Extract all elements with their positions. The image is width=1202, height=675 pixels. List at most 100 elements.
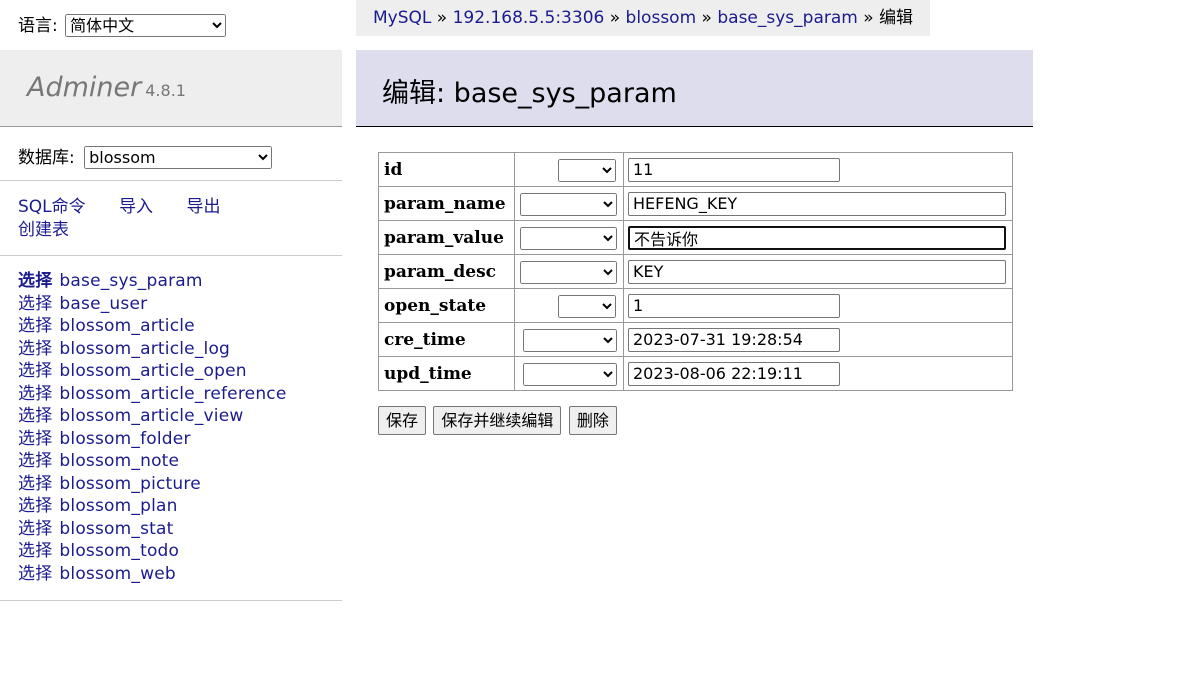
- table-link[interactable]: base_sys_param: [59, 271, 202, 291]
- table-link[interactable]: blossom_article_view: [59, 406, 243, 426]
- language-select[interactable]: 简体中文: [65, 14, 227, 37]
- import-link[interactable]: 导入: [119, 197, 153, 217]
- select-link[interactable]: 选择: [18, 339, 52, 359]
- save-button[interactable]: 保存: [378, 406, 427, 435]
- database-select[interactable]: blossom: [84, 146, 273, 169]
- table-link[interactable]: blossom_article_log: [59, 339, 230, 359]
- field-row: param_value: [378, 220, 1013, 255]
- table-link[interactable]: blossom_plan: [59, 496, 177, 516]
- select-link[interactable]: 选择: [18, 429, 52, 449]
- table-list-item: 选择 blossom_article_reference: [18, 383, 287, 406]
- function-cell: [514, 254, 624, 289]
- table-list-item: 选择 blossom_note: [18, 450, 287, 473]
- page-title: 编辑: base_sys_param: [382, 78, 677, 109]
- value-input[interactable]: [628, 191, 1006, 216]
- function-cell: [514, 322, 624, 357]
- table-link[interactable]: blossom_note: [59, 451, 179, 471]
- edit-form-table: idparam_nameparam_valueparam_descopen_st…: [378, 152, 1013, 391]
- breadcrumb-separator: »: [609, 8, 621, 28]
- sql-command-link[interactable]: SQL命令: [18, 197, 86, 217]
- value-input[interactable]: [628, 225, 1006, 250]
- table-list-item: 选择 blossom_web: [18, 563, 287, 586]
- menu-links: SQL命令 导入 导出 创建表: [18, 196, 248, 242]
- select-link[interactable]: 选择: [18, 519, 52, 539]
- value-cell: [623, 186, 1013, 221]
- table-link[interactable]: blossom_article: [59, 316, 194, 336]
- table-list-item: 选择 blossom_article_view: [18, 405, 287, 428]
- logo-name: Adminer: [27, 72, 142, 103]
- database-selector: 数据库: blossom: [18, 143, 273, 169]
- field-name: id: [378, 152, 515, 187]
- table-list-item: 选择 blossom_article_log: [18, 338, 287, 361]
- select-link[interactable]: 选择: [18, 496, 52, 516]
- field-row: id: [378, 152, 1013, 187]
- function-select[interactable]: [523, 329, 617, 352]
- value-cell: [623, 152, 1013, 187]
- function-select[interactable]: [558, 159, 616, 182]
- create-table-link[interactable]: 创建表: [18, 220, 69, 240]
- select-link[interactable]: 选择: [18, 406, 52, 426]
- breadcrumb-table[interactable]: base_sys_param: [717, 8, 857, 28]
- select-link[interactable]: 选择: [18, 474, 52, 494]
- function-cell: [514, 186, 624, 221]
- table-link[interactable]: blossom_todo: [59, 541, 179, 561]
- function-select[interactable]: [520, 261, 617, 284]
- table-list-item: 选择 blossom_picture: [18, 473, 287, 496]
- select-link[interactable]: 选择: [18, 271, 52, 291]
- function-select[interactable]: [558, 295, 616, 318]
- divider: [0, 255, 342, 256]
- value-input[interactable]: [628, 361, 840, 386]
- function-cell: [514, 152, 624, 187]
- breadcrumb-separator: »: [436, 8, 448, 28]
- save-continue-button[interactable]: 保存并继续编辑: [433, 406, 562, 435]
- function-select[interactable]: [523, 363, 617, 386]
- field-row: upd_time: [378, 356, 1013, 391]
- table-list-item: 选择 blossom_todo: [18, 540, 287, 563]
- select-link[interactable]: 选择: [18, 541, 52, 561]
- table-link[interactable]: blossom_article_reference: [59, 384, 286, 404]
- value-input[interactable]: [628, 327, 840, 352]
- function-select[interactable]: [520, 227, 617, 250]
- logo[interactable]: Adminer 4.8.1: [27, 72, 186, 103]
- table-list-item: 选择 base_sys_param: [18, 270, 287, 293]
- select-link[interactable]: 选择: [18, 294, 52, 314]
- logo-panel: Adminer 4.8.1: [0, 50, 342, 127]
- value-input[interactable]: [628, 259, 1006, 284]
- field-row: open_state: [378, 288, 1013, 323]
- field-name: upd_time: [378, 356, 515, 391]
- table-link[interactable]: blossom_folder: [59, 429, 190, 449]
- function-cell: [514, 356, 624, 391]
- table-list-item: 选择 blossom_article_open: [18, 360, 287, 383]
- table-list-item: 选择 blossom_folder: [18, 428, 287, 451]
- breadcrumb-database[interactable]: blossom: [626, 8, 697, 28]
- language-selector: 语言: 简体中文: [18, 11, 227, 37]
- select-link[interactable]: 选择: [18, 564, 52, 584]
- table-list-item: 选择 blossom_stat: [18, 518, 287, 541]
- breadcrumb-server[interactable]: 192.168.5.5:3306: [453, 8, 605, 28]
- table-link[interactable]: blossom_web: [59, 564, 175, 584]
- export-link[interactable]: 导出: [186, 197, 220, 217]
- function-select[interactable]: [520, 193, 617, 216]
- table-list-item: 选择 blossom_article: [18, 315, 287, 338]
- language-label: 语言:: [18, 16, 58, 36]
- table-link[interactable]: base_user: [59, 294, 147, 314]
- value-cell: [623, 288, 1013, 323]
- delete-button[interactable]: 删除: [568, 406, 617, 435]
- select-link[interactable]: 选择: [18, 316, 52, 336]
- function-cell: [514, 288, 624, 323]
- breadcrumb-current: 编辑: [879, 8, 914, 28]
- breadcrumb-driver[interactable]: MySQL: [373, 8, 431, 28]
- value-input[interactable]: [628, 157, 840, 182]
- table-link[interactable]: blossom_picture: [59, 474, 200, 494]
- select-link[interactable]: 选择: [18, 384, 52, 404]
- field-row: param_name: [378, 186, 1013, 221]
- field-name: open_state: [378, 288, 515, 323]
- divider: [0, 600, 342, 601]
- table-link[interactable]: blossom_article_open: [59, 361, 246, 381]
- value-input[interactable]: [628, 293, 840, 318]
- select-link[interactable]: 选择: [18, 451, 52, 471]
- table-link[interactable]: blossom_stat: [59, 519, 173, 539]
- select-link[interactable]: 选择: [18, 361, 52, 381]
- breadcrumb-separator: »: [863, 8, 874, 28]
- breadcrumb: MySQL » 192.168.5.5:3306 » blossom » bas…: [356, 0, 931, 36]
